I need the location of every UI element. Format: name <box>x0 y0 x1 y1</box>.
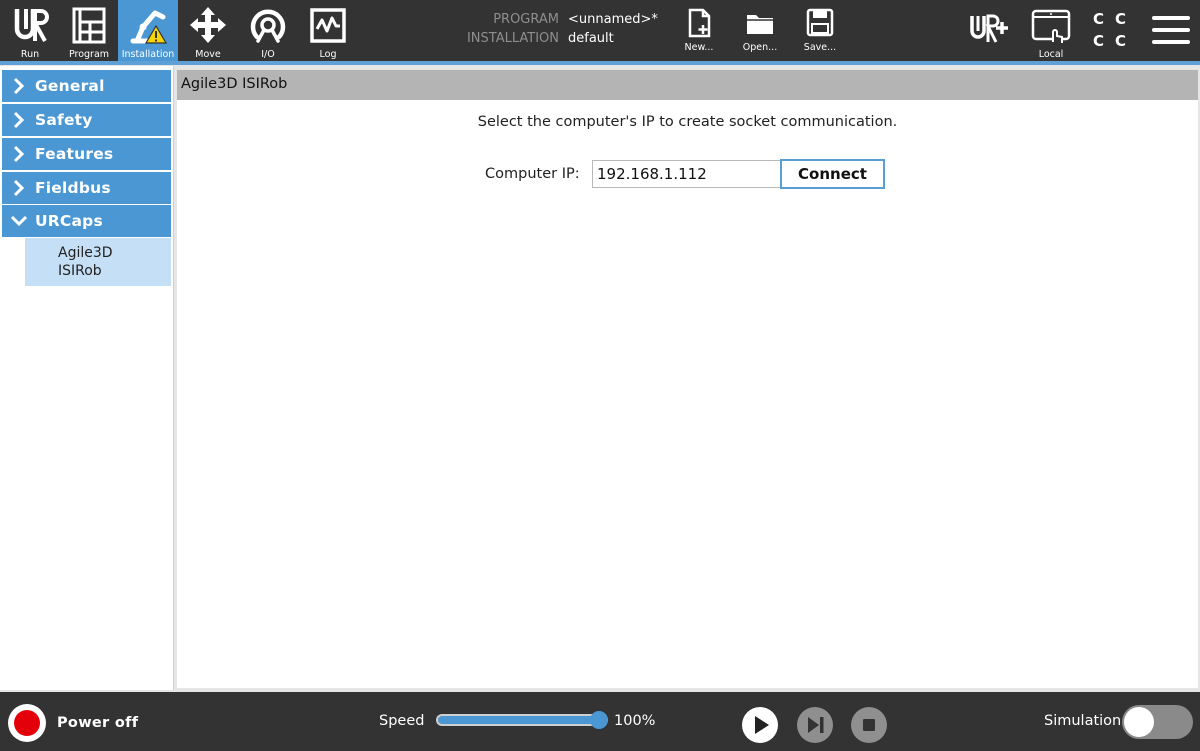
tab-run[interactable]: Run <box>0 0 60 61</box>
computer-ip-input[interactable] <box>592 160 781 188</box>
panel-header: Agile3D ISIRob <box>177 70 1198 100</box>
sidebar-item-label: Fieldbus <box>35 179 111 197</box>
stop-icon <box>863 719 875 731</box>
save-disk-icon <box>806 8 834 37</box>
chevron-right-icon <box>13 179 25 197</box>
step-icon <box>808 717 824 733</box>
simulation-label: Simulation <box>1044 713 1122 729</box>
simulation-toggle-knob <box>1124 707 1154 737</box>
step-button[interactable] <box>797 707 833 743</box>
tab-program-label: Program <box>68 49 110 60</box>
open-folder-icon <box>747 15 773 34</box>
speed-slider-fill <box>438 716 606 724</box>
chevron-down-icon <box>10 215 28 227</box>
tab-installation[interactable]: Installation <box>118 0 178 61</box>
program-label: PROGRAM <box>493 12 559 27</box>
power-button[interactable] <box>8 704 46 742</box>
program-icon <box>72 7 106 44</box>
panel-title: Agile3D ISIRob <box>181 76 288 92</box>
cc-indicator-top: CC <box>1093 10 1138 28</box>
tab-move[interactable]: Move <box>178 0 238 61</box>
new-file-icon <box>688 8 711 38</box>
sidebar-item-general[interactable]: General <box>2 70 171 102</box>
sidebar-item-fieldbus[interactable]: Fieldbus <box>2 172 171 204</box>
speed-slider-track[interactable] <box>436 714 608 726</box>
stop-button[interactable] <box>851 707 887 743</box>
local-label: Local <box>1038 49 1064 60</box>
panel-description: Select the computer's IP to create socke… <box>477 114 898 130</box>
sidebar-subitem-agile3d-isirob[interactable]: Agile3D ISIRob <box>25 238 171 286</box>
local-control-button[interactable]: Local <box>1026 6 1076 61</box>
chevron-right-icon <box>13 111 25 129</box>
urcap-panel: Agile3D ISIRob Select the computer's IP … <box>177 70 1198 688</box>
tab-installation-label: Installation <box>121 49 175 60</box>
tab-io-label: I/O <box>261 49 275 60</box>
sidebar-subitem-label: Agile3D ISIRob <box>58 245 113 279</box>
open-button[interactable]: Open... <box>735 0 785 61</box>
tab-log[interactable]: Log <box>298 0 358 61</box>
sidebar-item-safety[interactable]: Safety <box>2 104 171 136</box>
move-arrows-icon <box>190 7 226 43</box>
tab-move-label: Move <box>195 49 221 60</box>
top-bar-accent <box>0 61 1200 65</box>
play-button[interactable] <box>742 707 778 743</box>
computer-ip-label: Computer IP: <box>485 166 580 182</box>
sidebar-item-features[interactable]: Features <box>2 138 171 170</box>
sidebar-item-label: General <box>35 77 105 95</box>
ur-logo-icon <box>14 9 49 42</box>
tab-run-label: Run <box>20 49 40 60</box>
sidebar-item-label: Features <box>35 145 114 163</box>
connect-button[interactable]: Connect <box>780 159 885 189</box>
tab-io[interactable]: I/O <box>238 0 298 61</box>
local-tablet-icon <box>1031 9 1071 43</box>
power-status-label: Power off <box>57 715 139 731</box>
sidebar-item-urcaps[interactable]: URCaps <box>2 205 171 237</box>
chevron-right-icon <box>13 145 25 163</box>
tab-log-label: Log <box>319 49 337 60</box>
hamburger-menu-icon[interactable] <box>1152 14 1190 46</box>
bottom-bar: Power off Speed 100% Simulation <box>0 692 1200 751</box>
top-bar: Run Program Installation Move I/O Log PR… <box>0 0 1200 61</box>
new-button-label: New... <box>684 42 714 53</box>
save-button[interactable]: Save... <box>795 0 845 61</box>
speed-slider-handle[interactable] <box>590 711 608 729</box>
cc-indicator-bottom: CC <box>1093 32 1138 50</box>
simulation-toggle[interactable] <box>1122 705 1193 739</box>
sidebar-item-label: URCaps <box>35 212 103 230</box>
save-button-label: Save... <box>803 42 837 53</box>
io-icon <box>250 9 286 43</box>
sidebar-item-label: Safety <box>35 111 93 129</box>
log-icon <box>310 8 346 43</box>
speed-value: 100% <box>614 713 656 729</box>
speed-label: Speed <box>379 713 425 729</box>
installation-name: default <box>568 31 614 46</box>
urcaps-plus-icon[interactable] <box>968 13 1010 45</box>
program-name: <unnamed>* <box>568 12 658 27</box>
installation-warning-icon <box>130 10 167 44</box>
new-button[interactable]: New... <box>674 0 724 61</box>
chevron-right-icon <box>13 77 25 95</box>
tab-program[interactable]: Program <box>59 0 119 61</box>
installation-label: INSTALLATION <box>466 31 559 46</box>
open-button-label: Open... <box>742 42 778 53</box>
power-status-icon <box>14 710 40 736</box>
sidebar: General Safety Features Fieldbus URCaps … <box>0 66 174 690</box>
play-icon <box>755 716 769 734</box>
